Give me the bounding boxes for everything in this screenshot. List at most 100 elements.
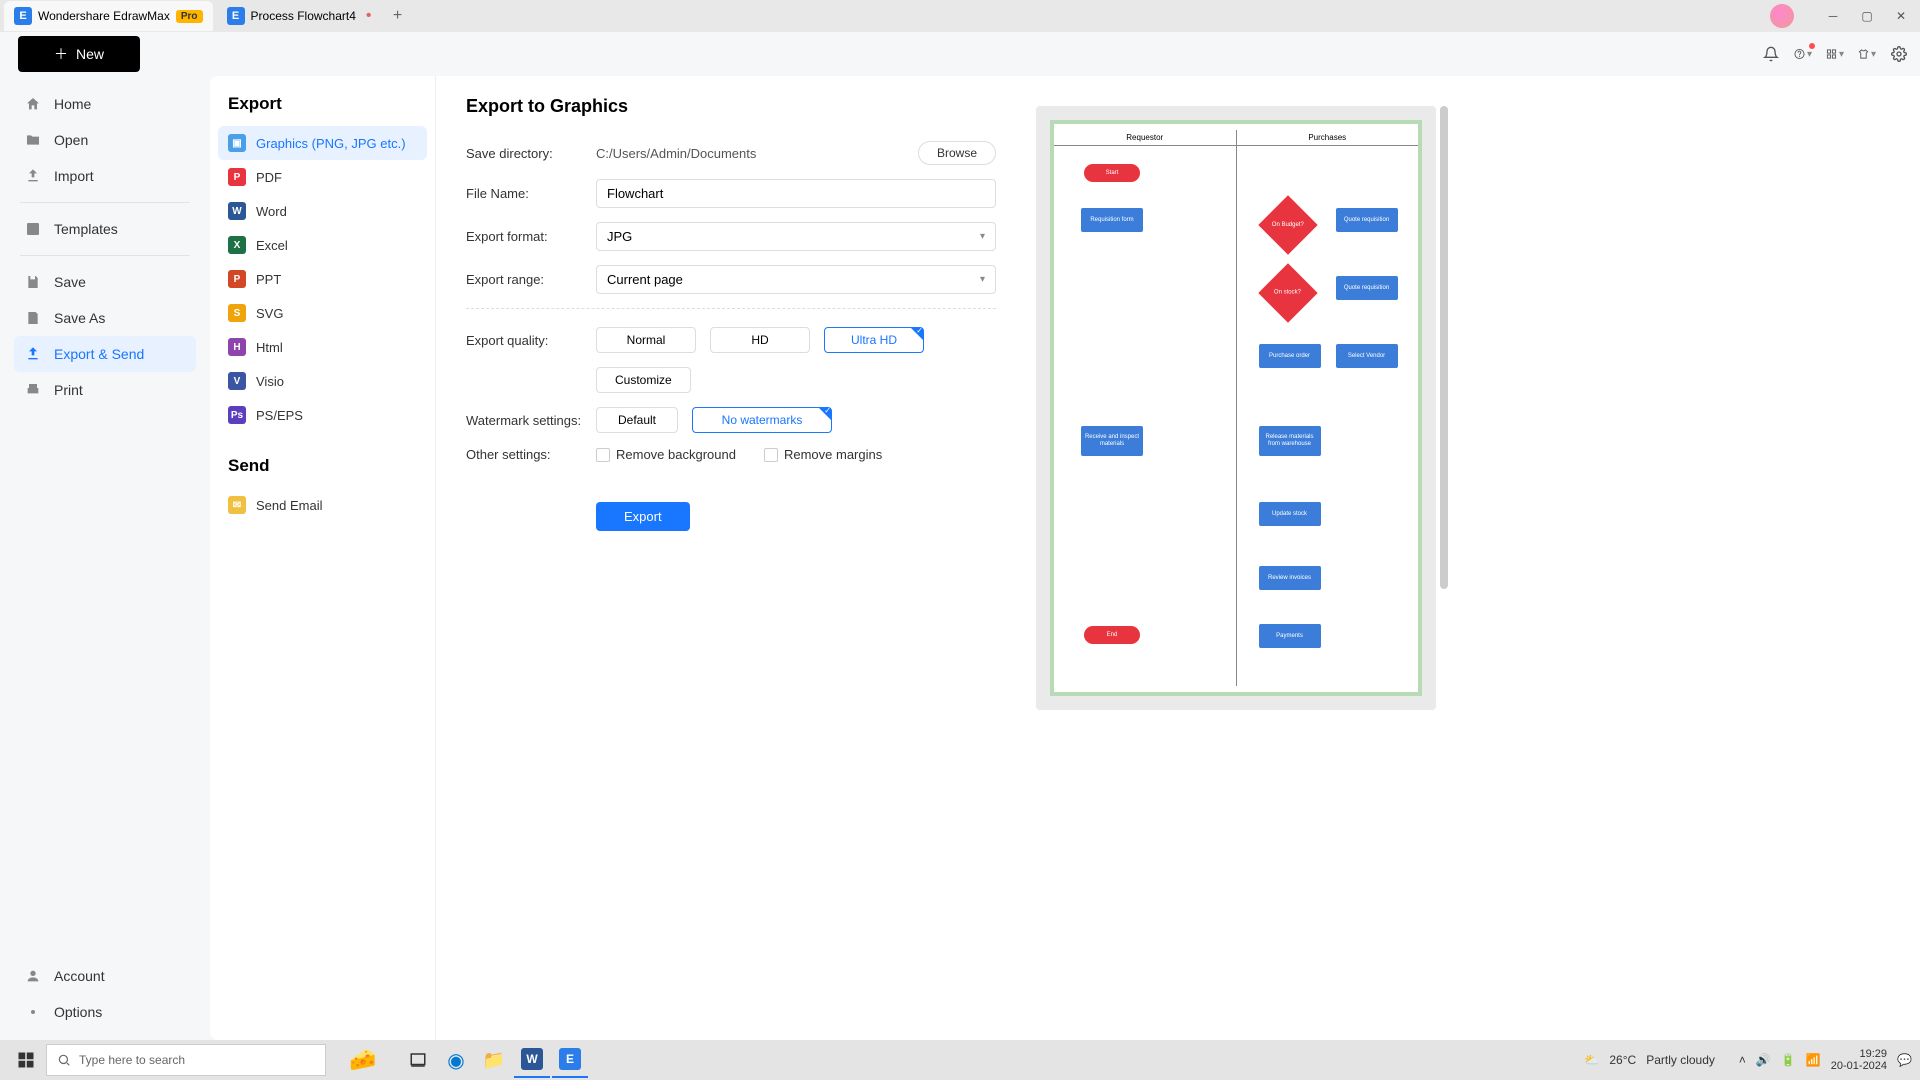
export-item-pdf[interactable]: PPDF — [218, 160, 427, 194]
visio-icon: V — [228, 372, 246, 390]
sidebar-item-print[interactable]: Print — [14, 372, 196, 408]
sidebar-item-import[interactable]: Import — [14, 158, 196, 194]
weather-icon[interactable]: ⛅ — [1584, 1053, 1599, 1067]
quality-normal[interactable]: Normal — [596, 327, 696, 353]
export-item-html[interactable]: HHtml — [218, 330, 427, 364]
ppt-icon: P — [228, 270, 246, 288]
sidebar-item-save-as[interactable]: Save As — [14, 300, 196, 336]
print-icon — [24, 381, 42, 399]
tray-wifi-icon[interactable]: 📶 — [1806, 1053, 1821, 1067]
browse-button[interactable]: Browse — [918, 141, 996, 165]
export-item-pseps[interactable]: PsPS/EPS — [218, 398, 427, 432]
node-purchase-order: Purchase order — [1259, 344, 1321, 368]
app-name: Wondershare EdrawMax — [38, 9, 170, 23]
tray-battery-icon[interactable]: 🔋 — [1781, 1053, 1796, 1067]
customize-button[interactable]: Customize — [596, 367, 691, 393]
taskbar-news-widget[interactable]: 🧀 — [328, 1042, 398, 1078]
export-item-ppt[interactable]: P PPT — [218, 262, 427, 296]
watermark-default[interactable]: Default — [596, 407, 678, 433]
sidebar-label: Open — [54, 132, 88, 148]
sidebar-label: Save As — [54, 310, 105, 326]
import-icon — [24, 167, 42, 185]
taskbar-edrawmax[interactable]: E — [552, 1042, 588, 1078]
start-button[interactable] — [8, 1042, 44, 1078]
label-export-range: Export range: — [466, 272, 596, 287]
export-item-svg[interactable]: SSVG — [218, 296, 427, 330]
export-format-select[interactable]: JPG▾ — [596, 222, 996, 251]
preview-scrollbar[interactable] — [1440, 106, 1448, 710]
export-button[interactable]: Export — [596, 502, 690, 531]
checkbox-remove-background[interactable]: Remove background — [596, 447, 736, 462]
taskbar-search[interactable]: Type here to search — [46, 1044, 326, 1076]
quality-hd[interactable]: HD — [710, 327, 810, 353]
export-item-send-email[interactable]: ✉Send Email — [218, 488, 427, 522]
gear-icon[interactable] — [1890, 45, 1908, 63]
quality-ultra-hd[interactable]: Ultra HD — [824, 327, 924, 353]
taskbar-word[interactable]: W — [514, 1042, 550, 1078]
label-export-format: Export format: — [466, 229, 596, 244]
taskbar-file-explorer[interactable]: 📁 — [476, 1042, 512, 1078]
close-button[interactable]: ✕ — [1886, 2, 1916, 30]
sidebar-item-export-send[interactable]: Export & Send — [14, 336, 196, 372]
node-release: Release materials from warehouse — [1259, 426, 1321, 456]
export-item-label: Html — [256, 340, 283, 355]
node-quote-1: Quote requisition — [1336, 208, 1398, 232]
taskbar-edge[interactable]: ◉ — [438, 1042, 474, 1078]
help-icon[interactable]: ▾ — [1794, 45, 1812, 63]
export-item-visio[interactable]: VVisio — [218, 364, 427, 398]
save-icon — [24, 273, 42, 291]
node-select-vendor: Select Vendor — [1336, 344, 1398, 368]
minimize-button[interactable]: ─ — [1818, 2, 1848, 30]
sidebar-item-open[interactable]: Open — [14, 122, 196, 158]
doc-icon: E — [227, 7, 245, 25]
apps-icon[interactable]: ▾ — [1826, 45, 1844, 63]
weather-desc: Partly cloudy — [1646, 1053, 1715, 1067]
watermark-none[interactable]: No watermarks — [692, 407, 832, 433]
sidebar-label: Templates — [54, 221, 118, 237]
export-item-excel[interactable]: XExcel — [218, 228, 427, 262]
task-view-button[interactable] — [400, 1042, 436, 1078]
sidebar-label: Export & Send — [54, 346, 144, 362]
sidebar-item-home[interactable]: Home — [14, 86, 196, 122]
chevron-down-icon: ▾ — [980, 231, 985, 242]
sidebar-label: Account — [54, 968, 105, 984]
taskbar: Type here to search 🧀 ◉ 📁 W E ⛅ 26°C Par… — [0, 1040, 1920, 1080]
document-tab[interactable]: E Process Flowchart4 • — [217, 1, 382, 31]
export-item-graphics[interactable]: ▣Graphics (PNG, JPG etc.) — [218, 126, 427, 160]
bell-icon[interactable] — [1762, 45, 1780, 63]
templates-icon — [24, 220, 42, 238]
tray-volume-icon[interactable]: 🔊 — [1756, 1053, 1771, 1067]
document-tab-label: Process Flowchart4 — [251, 9, 356, 23]
settings-panel: Export to Graphics Save directory: C:/Us… — [435, 76, 1920, 1040]
node-review: Review invoices — [1259, 566, 1321, 590]
maximize-button[interactable]: ▢ — [1852, 2, 1882, 30]
new-button-label: New — [76, 46, 104, 62]
shirt-icon[interactable]: ▾ — [1858, 45, 1876, 63]
sidebar-item-save[interactable]: Save — [14, 264, 196, 300]
user-avatar[interactable] — [1770, 4, 1794, 28]
sidebar-item-options[interactable]: Options — [14, 994, 196, 1030]
file-name-input[interactable] — [596, 179, 996, 208]
export-item-label: SVG — [256, 306, 283, 321]
export-range-select[interactable]: Current page▾ — [596, 265, 996, 294]
label-other: Other settings: — [466, 447, 596, 462]
settings-title: Export to Graphics — [466, 96, 996, 117]
pdf-icon: P — [228, 168, 246, 186]
taskbar-clock[interactable]: 19:29 20-01-2024 — [1831, 1048, 1887, 1072]
node-update: Update stock — [1259, 502, 1321, 526]
title-bar: E Wondershare EdrawMax Pro E Process Flo… — [0, 0, 1920, 32]
checkbox-remove-margins[interactable]: Remove margins — [764, 447, 882, 462]
export-heading: Export — [218, 94, 427, 126]
app-tab-main[interactable]: E Wondershare EdrawMax Pro — [4, 1, 213, 31]
export-item-label: PPT — [256, 272, 281, 287]
node-on-budget: On Budget? — [1258, 195, 1317, 254]
new-tab-button[interactable]: + — [386, 4, 410, 28]
new-button[interactable]: ＋ New — [18, 36, 140, 72]
node-req-form: Requisition form — [1081, 208, 1143, 232]
tray-chevron-icon[interactable]: ˄ — [1739, 1053, 1746, 1067]
sidebar-item-account[interactable]: Account — [14, 958, 196, 994]
export-item-label: Word — [256, 204, 287, 219]
tray-notifications-icon[interactable]: 💬 — [1897, 1053, 1912, 1067]
export-item-word[interactable]: WWord — [218, 194, 427, 228]
sidebar-item-templates[interactable]: Templates — [14, 211, 196, 247]
